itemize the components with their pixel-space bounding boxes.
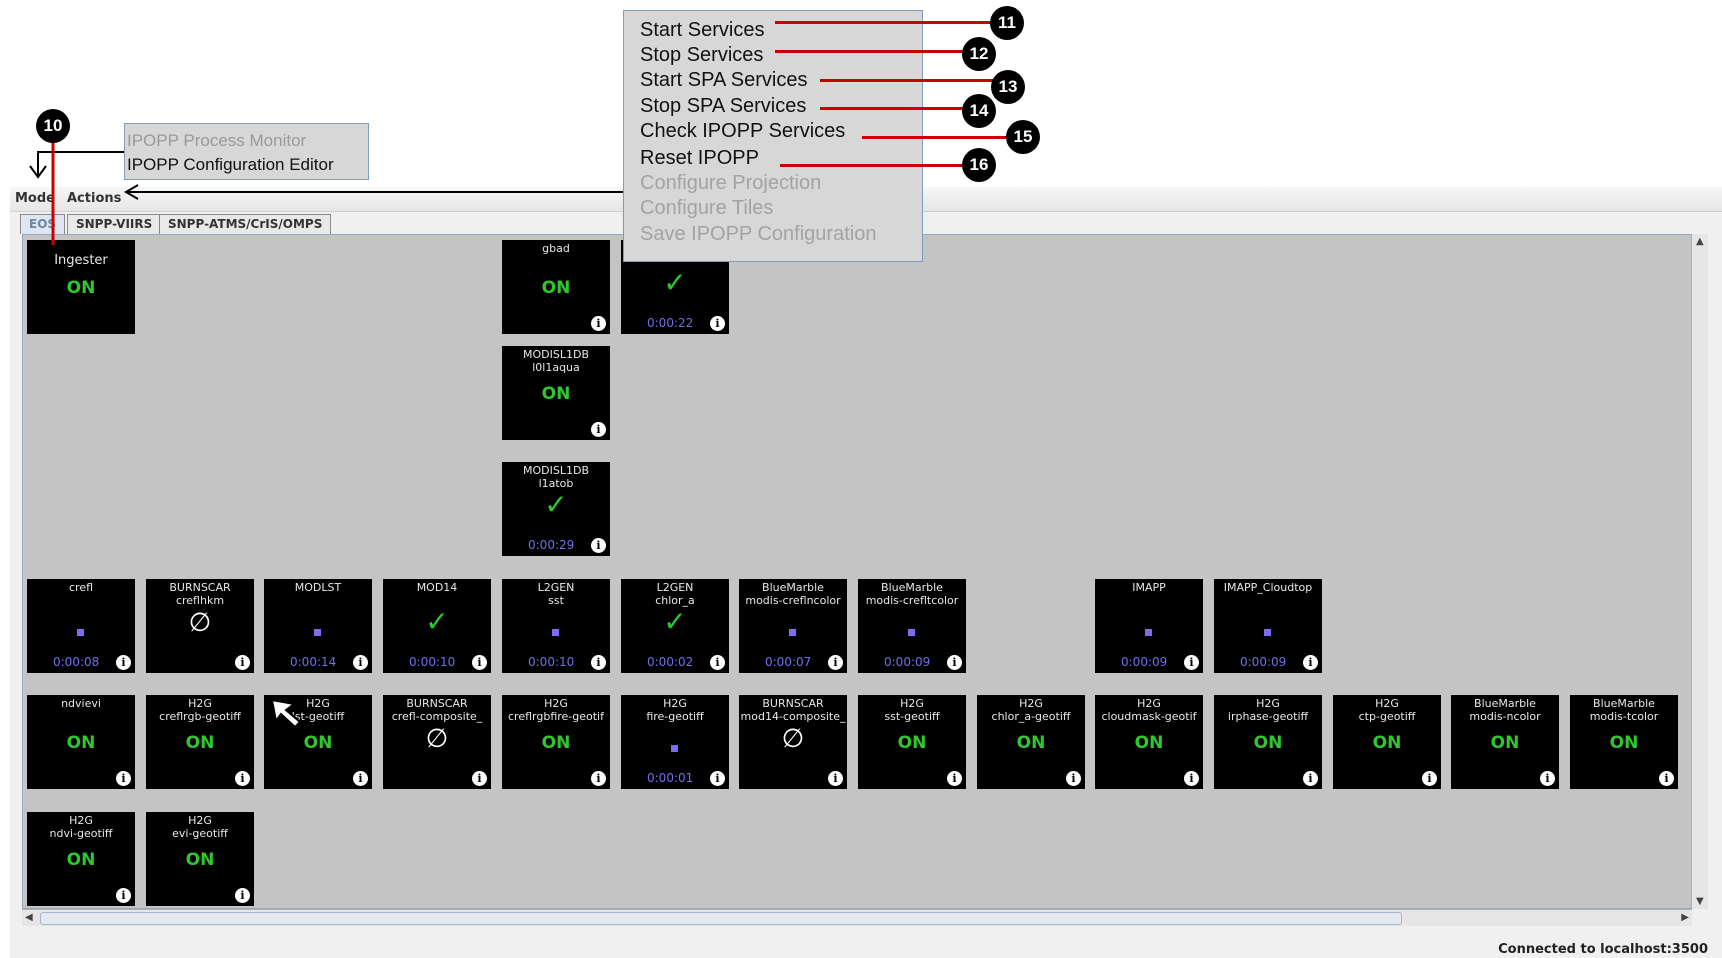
mode-connector-line xyxy=(37,151,124,175)
callout-badge-11: 11 xyxy=(990,6,1024,40)
callout-badge-16: 16 xyxy=(962,148,996,182)
callout-14-line xyxy=(820,107,970,110)
callout-16-line xyxy=(780,164,970,167)
callout-15-line xyxy=(862,136,1012,139)
callout-badge-14: 14 xyxy=(962,94,996,128)
callout-12-line xyxy=(775,50,965,53)
callout-badge-10: 10 xyxy=(36,109,70,143)
callout-13-line xyxy=(820,79,998,82)
callout-11-line xyxy=(775,21,993,24)
annotation-arrows xyxy=(29,142,623,245)
callout-badge-13: 13 xyxy=(991,70,1025,104)
callout-badge-12: 12 xyxy=(962,37,996,71)
callout-badge-15: 15 xyxy=(1006,120,1040,154)
